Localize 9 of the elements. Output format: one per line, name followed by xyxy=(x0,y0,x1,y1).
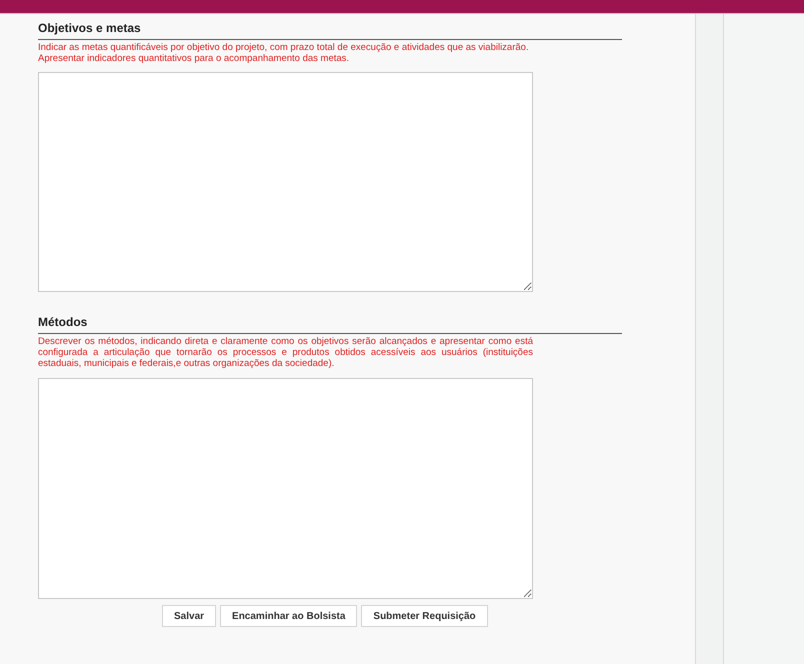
section-instructions: Descrever os métodos, indicando direta e claramente como os objetivos serão alcançados e apresentar como está configurada a articulação que tornarão os processos e produtos obtidos acessíveis aos usuários (instituições estaduais, municipais e federais,e outras organizações da sociedade). xyxy=(38,336,533,369)
form-button[interactable]: Encaminhar ao Bolsista xyxy=(220,605,358,627)
section-title: Objetivos e metas xyxy=(38,14,622,40)
form-button[interactable]: Submeter Requisição xyxy=(361,605,488,627)
section-instructions: Indicar as metas quantificáveis por objetivo do projeto, com prazo total de execução e atividades que as viabilizarão. Apresentar indicadores quantitativos para o acompanhamento das metas. xyxy=(38,42,530,64)
text-area[interactable] xyxy=(38,72,533,292)
form-button[interactable]: Salvar xyxy=(162,605,216,627)
text-area[interactable] xyxy=(38,378,533,599)
section-title: Métodos xyxy=(38,292,622,334)
